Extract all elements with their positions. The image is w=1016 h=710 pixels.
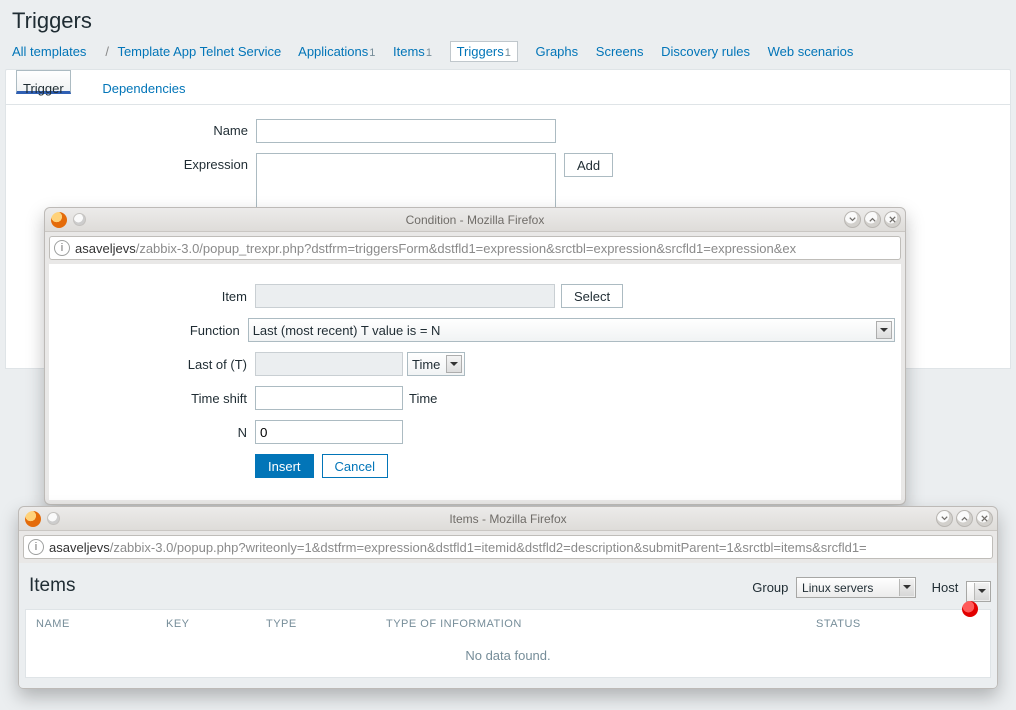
lastof-unit-select[interactable]: Time — [407, 352, 465, 376]
crumb-graphs[interactable]: Graphs — [536, 44, 579, 59]
lastof-label: Last of (T) — [55, 357, 255, 372]
minimize-button[interactable] — [844, 211, 861, 228]
crumb-screens[interactable]: Screens — [596, 44, 644, 59]
count-badge: 1 — [426, 47, 432, 59]
crumb-all-templates[interactable]: All templates — [12, 44, 86, 59]
tab-dependencies[interactable]: Dependencies — [96, 71, 191, 104]
n-input[interactable] — [255, 420, 403, 444]
maximize-button[interactable] — [956, 510, 973, 527]
insert-button[interactable]: Insert — [255, 454, 314, 478]
count-badge: 1 — [505, 47, 511, 59]
name-label: Name — [6, 119, 256, 138]
col-typeofinfo[interactable]: Type of information — [386, 618, 816, 630]
timeshift-unit: Time — [409, 391, 437, 406]
no-data-message: No data found. — [26, 638, 990, 677]
crumb-template[interactable]: Template App Telnet Service — [117, 44, 281, 59]
site-identity-icon — [73, 213, 86, 226]
add-button[interactable]: Add — [564, 153, 613, 177]
function-label: Function — [55, 323, 248, 338]
group-value: Linux servers — [802, 581, 873, 595]
lastof-input — [255, 352, 403, 376]
crumb-triggers[interactable]: Triggers — [457, 44, 504, 59]
marker-dot-icon — [962, 601, 978, 617]
firefox-icon — [25, 511, 41, 527]
close-button[interactable] — [976, 510, 993, 527]
item-label: Item — [55, 289, 255, 304]
url-host: asaveljevs — [49, 540, 110, 555]
close-button[interactable] — [884, 211, 901, 228]
firefox-icon — [51, 212, 67, 228]
address-bar[interactable]: i asaveljevs/zabbix-3.0/popup.php?writeo… — [23, 535, 993, 559]
tab-trigger[interactable]: Trigger — [16, 70, 71, 94]
host-label: Host — [932, 580, 959, 595]
col-type[interactable]: Type — [266, 618, 386, 630]
address-bar[interactable]: i asaveljevs/zabbix-3.0/popup_trexpr.php… — [49, 236, 901, 260]
expression-label: Expression — [6, 153, 256, 172]
cancel-button[interactable]: Cancel — [322, 454, 388, 478]
function-value: Last (most recent) T value is = N — [253, 323, 441, 338]
count-badge: 1 — [369, 47, 375, 59]
host-select[interactable] — [966, 581, 991, 602]
minimize-button[interactable] — [936, 510, 953, 527]
name-input[interactable] — [256, 119, 556, 143]
items-heading: Items — [25, 569, 79, 607]
select-button[interactable]: Select — [561, 284, 623, 308]
lastof-unit-value: Time — [412, 357, 440, 372]
n-label: N — [55, 425, 255, 440]
crumb-applications[interactable]: Applications — [298, 44, 368, 59]
window-title: Items - Mozilla Firefox — [19, 512, 997, 526]
window-titlebar: Items - Mozilla Firefox — [19, 507, 997, 531]
chevron-down-icon — [876, 321, 892, 339]
window-title: Condition - Mozilla Firefox — [45, 213, 905, 227]
expression-input[interactable] — [256, 153, 556, 211]
site-identity-icon — [47, 512, 60, 525]
timeshift-input[interactable] — [255, 386, 403, 410]
group-label: Group — [752, 580, 788, 595]
url-host: asaveljevs — [75, 241, 136, 256]
url-path: /zabbix-3.0/popup_trexpr.php?dstfrm=trig… — [136, 241, 796, 256]
maximize-button[interactable] — [864, 211, 881, 228]
breadcrumb: All templates/ Template App Telnet Servi… — [0, 40, 1016, 69]
items-table: Name Key Type Type of information Status… — [25, 609, 991, 678]
chevron-down-icon — [446, 355, 462, 373]
info-icon: i — [28, 539, 44, 555]
col-status[interactable]: Status — [816, 618, 956, 630]
crumb-items[interactable]: Items — [393, 44, 425, 59]
item-input — [255, 284, 555, 308]
chevron-down-icon — [974, 583, 989, 600]
chevron-down-icon — [899, 579, 914, 596]
url-path: /zabbix-3.0/popup.php?writeonly=1&dstfrm… — [110, 540, 867, 555]
col-name[interactable]: Name — [36, 618, 166, 630]
crumb-web[interactable]: Web scenarios — [768, 44, 854, 59]
info-icon: i — [54, 240, 70, 256]
page-title: Triggers — [0, 0, 1016, 40]
window-titlebar: Condition - Mozilla Firefox — [45, 208, 905, 232]
timeshift-label: Time shift — [55, 391, 255, 406]
crumb-discovery[interactable]: Discovery rules — [661, 44, 750, 59]
function-select[interactable]: Last (most recent) T value is = N — [248, 318, 895, 342]
col-key[interactable]: Key — [166, 618, 266, 630]
group-select[interactable]: Linux servers — [796, 577, 916, 598]
